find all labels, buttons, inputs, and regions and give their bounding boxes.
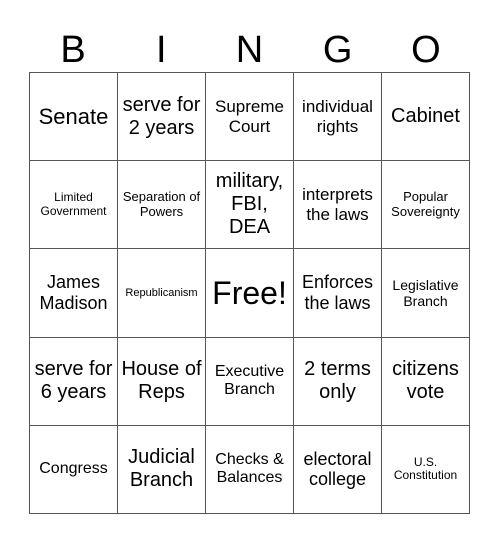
- bingo-cell[interactable]: electoral college: [293, 424, 381, 513]
- bingo-cell[interactable]: Cabinet: [381, 72, 469, 161]
- bingo-cell[interactable]: Checks & Balances: [205, 424, 293, 513]
- header-letter-o: O: [411, 29, 441, 71]
- bingo-cell[interactable]: interprets the laws: [293, 160, 381, 249]
- bingo-cell[interactable]: Congress: [29, 424, 117, 513]
- bingo-cell[interactable]: serve for 6 years: [29, 336, 117, 425]
- bingo-cell[interactable]: U.S. Constitution: [381, 424, 469, 513]
- bingo-cell[interactable]: Separation of Powers: [117, 160, 205, 249]
- bingo-cell[interactable]: Enforces the laws: [293, 248, 381, 337]
- bingo-cell[interactable]: Senate: [29, 72, 117, 161]
- bingo-cell[interactable]: James Madison: [29, 248, 117, 337]
- bingo-cell[interactable]: Republicanism: [117, 248, 205, 337]
- bingo-cell[interactable]: Popular Sovereignty: [381, 160, 469, 249]
- bingo-cell[interactable]: Executive Branch: [205, 336, 293, 425]
- bingo-cell[interactable]: Judicial Branch: [117, 424, 205, 513]
- bingo-cell[interactable]: 2 terms only: [293, 336, 381, 425]
- bingo-cell[interactable]: House of Reps: [117, 336, 205, 425]
- free-space[interactable]: Free!: [205, 248, 293, 337]
- bingo-header: B I N G O: [29, 28, 470, 72]
- bingo-cell[interactable]: individual rights: [293, 72, 381, 161]
- bingo-cell[interactable]: citizens vote: [381, 336, 469, 425]
- bingo-cell[interactable]: serve for 2 years: [117, 72, 205, 161]
- bingo-cell[interactable]: Limited Government: [29, 160, 117, 249]
- header-letter-i: I: [156, 29, 167, 71]
- bingo-cell[interactable]: military, FBI, DEA: [205, 160, 293, 249]
- bingo-card: Senate serve for 2 years Supreme Court i…: [29, 72, 470, 514]
- header-letter-b: B: [60, 29, 86, 71]
- header-letter-n: N: [235, 29, 264, 71]
- header-letter-g: G: [322, 29, 353, 71]
- bingo-cell[interactable]: Legislative Branch: [381, 248, 469, 337]
- bingo-cell[interactable]: Supreme Court: [205, 72, 293, 161]
